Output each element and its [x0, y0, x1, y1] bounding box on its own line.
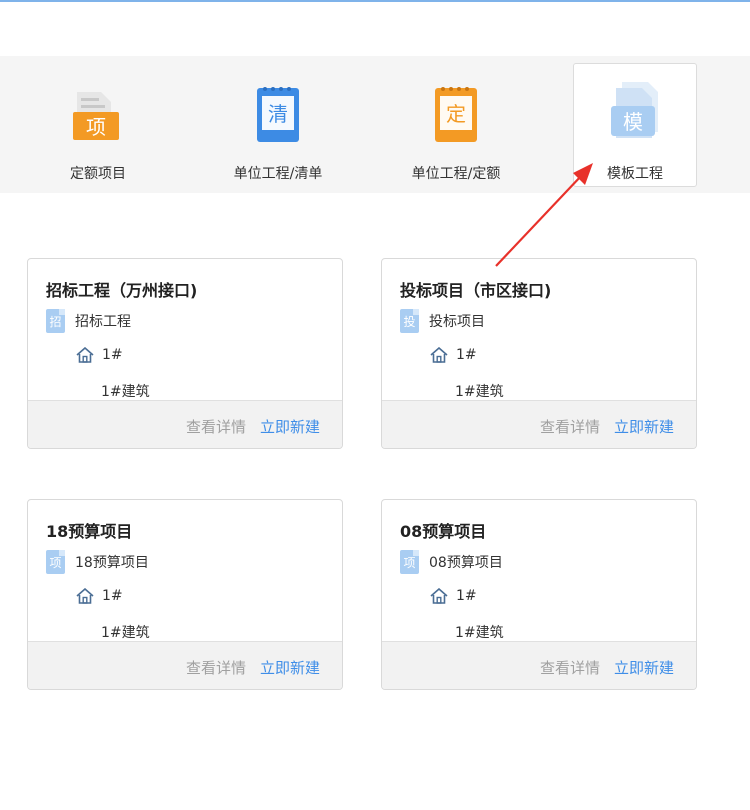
project-name: 投标项目	[429, 314, 485, 330]
view-details-link[interactable]: 查看详情	[186, 657, 246, 678]
card-title: 投标项目（市区接口)	[400, 281, 552, 300]
template-project-icon: 模	[611, 82, 658, 138]
svg-text:定: 定	[446, 102, 466, 126]
view-details-link[interactable]: 查看详情	[540, 416, 600, 437]
project-file-icon: 项	[400, 550, 419, 574]
tool-template-project[interactable]: 模 模板工程	[573, 63, 697, 187]
template-card: 08预算项目 项 08预算项目 1# 1#建筑 查看详情 立即新建	[381, 499, 697, 690]
tool-label: 定额项目	[70, 166, 126, 182]
house-icon	[430, 588, 448, 604]
template-card: 18预算项目 项 18预算项目 1# 1#建筑 查看详情 立即新建	[27, 499, 343, 690]
create-now-link[interactable]: 立即新建	[614, 657, 674, 678]
tool-quota-project[interactable]: 项 定额项目	[36, 66, 160, 188]
card-footer: 查看详情 立即新建	[382, 641, 696, 689]
card-title: 18预算项目	[46, 522, 133, 541]
quota-project-icon: 项	[73, 92, 119, 140]
card-title: 08预算项目	[400, 522, 487, 541]
project-name: 18预算项目	[75, 555, 149, 571]
unit-name: 1#	[456, 588, 477, 604]
svg-text:清: 清	[268, 102, 288, 126]
project-row: 项 08预算项目	[400, 550, 503, 574]
project-file-icon: 招	[46, 309, 65, 333]
tool-label: 单位工程/清单	[233, 166, 323, 182]
unit-name: 1#	[102, 588, 123, 604]
card-footer: 查看详情 立即新建	[28, 400, 342, 448]
template-toolbar: 项 定额项目 清 单位工程/清单 定 单位工程/定额 模 模板工程	[0, 56, 750, 193]
card-title: 招标工程（万州接口)	[46, 281, 198, 300]
project-file-icon: 项	[46, 550, 65, 574]
project-file-icon: 投	[400, 309, 419, 333]
project-row: 招 招标工程	[46, 309, 131, 333]
unit-list-icon: 清	[257, 87, 299, 142]
project-row: 投 投标项目	[400, 309, 485, 333]
unit-row: 1#	[430, 347, 477, 363]
house-icon	[76, 588, 94, 604]
unit-row: 1#	[430, 588, 477, 604]
template-card: 招标工程（万州接口) 招 招标工程 1# 1#建筑 查看详情 立即新建	[27, 258, 343, 449]
create-now-link[interactable]: 立即新建	[614, 416, 674, 437]
svg-text:项: 项	[86, 115, 106, 139]
house-icon	[76, 347, 94, 363]
tool-unit-quota[interactable]: 定 单位工程/定额	[394, 66, 518, 188]
project-row: 项 18预算项目	[46, 550, 149, 574]
tool-label: 模板工程	[607, 166, 663, 182]
house-icon	[430, 347, 448, 363]
project-name: 招标工程	[75, 314, 131, 330]
unit-row: 1#	[76, 588, 123, 604]
building-name: 1#建筑	[455, 625, 504, 641]
view-details-link[interactable]: 查看详情	[186, 416, 246, 437]
create-now-link[interactable]: 立即新建	[260, 416, 320, 437]
unit-quota-icon: 定	[435, 87, 477, 142]
building-name: 1#建筑	[101, 625, 150, 641]
tool-unit-list[interactable]: 清 单位工程/清单	[216, 66, 340, 188]
building-name: 1#建筑	[455, 384, 504, 400]
unit-name: 1#	[456, 347, 477, 363]
create-now-link[interactable]: 立即新建	[260, 657, 320, 678]
svg-text:模: 模	[623, 110, 643, 134]
view-details-link[interactable]: 查看详情	[540, 657, 600, 678]
card-footer: 查看详情 立即新建	[382, 400, 696, 448]
unit-name: 1#	[102, 347, 123, 363]
template-card: 投标项目（市区接口) 投 投标项目 1# 1#建筑 查看详情 立即新建	[381, 258, 697, 449]
building-name: 1#建筑	[101, 384, 150, 400]
tool-label: 单位工程/定额	[411, 166, 501, 182]
card-footer: 查看详情 立即新建	[28, 641, 342, 689]
unit-row: 1#	[76, 347, 123, 363]
project-name: 08预算项目	[429, 555, 503, 571]
top-border	[0, 0, 750, 2]
